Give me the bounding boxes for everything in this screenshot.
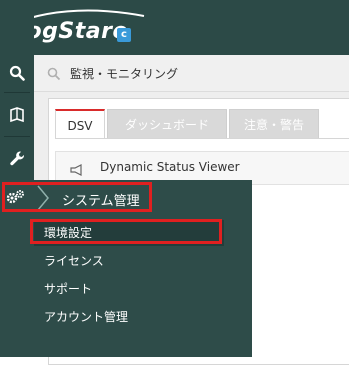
- tab-dsv[interactable]: DSV: [55, 109, 105, 139]
- sidebar-divider: [4, 136, 30, 137]
- viewer-title: Dynamic Status Viewer: [100, 160, 240, 174]
- sidebar-divider: [4, 92, 30, 93]
- tab-alerts[interactable]: 注意・警告: [229, 109, 319, 139]
- menu-item-account[interactable]: アカウント管理: [34, 304, 224, 330]
- settings-highlight-box: [30, 219, 222, 244]
- menu-item-license[interactable]: ライセンス: [34, 248, 224, 274]
- logo-badge: c: [117, 28, 131, 42]
- tab-underline: [55, 138, 349, 139]
- tab-dashboard[interactable]: ダッシュボード: [107, 109, 227, 139]
- sidebar-search[interactable]: [0, 55, 34, 91]
- sidebar-tools[interactable]: [0, 140, 34, 176]
- search-breadcrumb: 監視・モニタリング: [70, 67, 179, 81]
- system-menu-flyout: システム管理 環境設定 ライセンス サポート アカウント管理: [0, 180, 252, 357]
- header-highlight-box: [2, 182, 152, 212]
- header-bar: LogStare c: [0, 0, 349, 55]
- sidebar-book[interactable]: [0, 97, 34, 133]
- search-field-icon: [47, 66, 61, 85]
- search-icon: [9, 65, 25, 81]
- megaphone-icon: [70, 161, 84, 180]
- wrench-icon: [10, 151, 25, 166]
- system-menu-header[interactable]: システム管理: [0, 180, 252, 216]
- search-bar[interactable]: 監視・モニタリング: [34, 55, 349, 92]
- menu-item-support[interactable]: サポート: [34, 276, 224, 302]
- book-icon: [10, 107, 24, 123]
